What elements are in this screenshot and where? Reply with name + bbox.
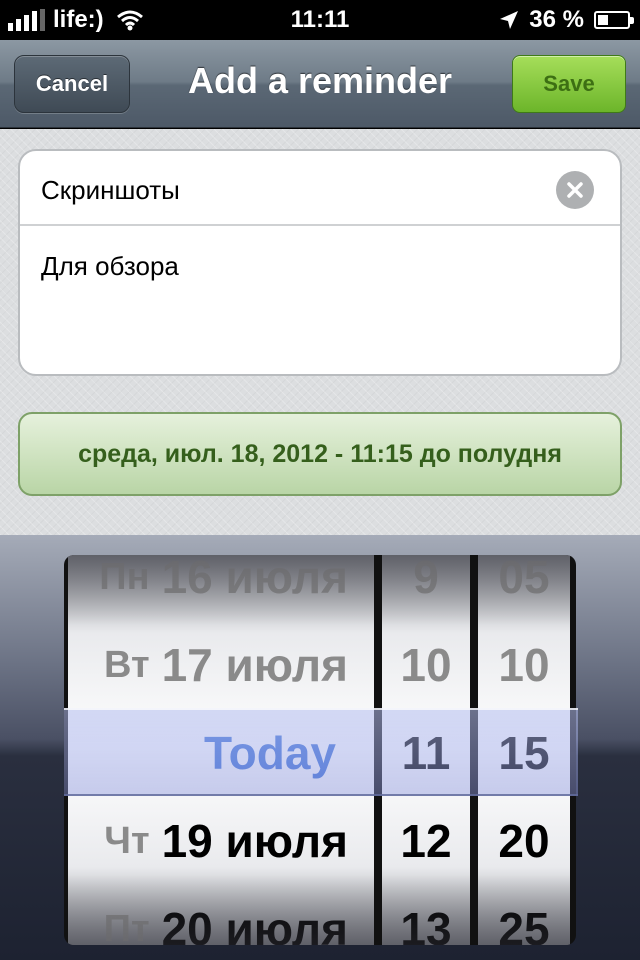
picker-minute-row[interactable]: 10 [478, 621, 570, 709]
status-bar: life:) 11:11 36 % [0, 0, 640, 40]
clear-icon[interactable] [556, 171, 594, 209]
picker-hour-row-selected[interactable]: 11 [382, 709, 470, 797]
picker-hour-row[interactable]: 9 [382, 555, 470, 621]
close-icon [567, 182, 583, 198]
date-time-picker: Пн 16 июля Вт 17 июля Today Чт 19 июля Пт 20… [64, 555, 576, 945]
save-button[interactable]: Save [512, 55, 626, 113]
status-right: 36 % [499, 6, 634, 34]
nav-bar: Cancel Add a reminder Save [0, 40, 640, 128]
form-area: Скриншоты Для обзора среда, июл. 18, 201… [0, 129, 640, 535]
title-input[interactable]: Скриншоты [41, 175, 180, 206]
battery-percent: 36 % [529, 6, 584, 33]
picker-date-row[interactable]: Пн 16 июля [68, 555, 374, 621]
picker-minute-row[interactable]: 05 [478, 555, 570, 621]
date-time-button[interactable]: среда, июл. 18, 2012 - 11:15 до полудня [18, 412, 622, 496]
location-arrow-icon [500, 11, 519, 29]
picker-minute-row-selected[interactable]: 15 [478, 709, 570, 797]
minute-wheel[interactable]: 05 10 15 20 25 [478, 555, 570, 945]
picker-minute-row[interactable]: 20 [478, 797, 570, 885]
battery-fill [598, 15, 608, 25]
reminder-card: Скриншоты Для обзора [18, 149, 622, 376]
title-field[interactable]: Скриншоты [20, 151, 620, 226]
picker-date-row-selected[interactable]: Today [68, 709, 374, 797]
picker-hour-row[interactable]: 10 [382, 621, 470, 709]
date-wheel[interactable]: Пн 16 июля Вт 17 июля Today Чт 19 июля Пт 20… [68, 555, 374, 945]
picker-hour-row[interactable]: 13 [382, 885, 470, 945]
picker-date-row[interactable]: Чт 19 июля [68, 797, 374, 885]
picker-date-row[interactable]: Вт 17 июля [68, 621, 374, 709]
hour-wheel[interactable]: 9 10 11 12 13 [382, 555, 470, 945]
picker-hour-row[interactable]: 12 [382, 797, 470, 885]
picker-minute-row[interactable]: 25 [478, 885, 570, 945]
picker-date-row[interactable]: Пт 20 июля [68, 885, 374, 945]
battery-icon [594, 11, 634, 29]
notes-input[interactable]: Для обзора [41, 251, 179, 282]
